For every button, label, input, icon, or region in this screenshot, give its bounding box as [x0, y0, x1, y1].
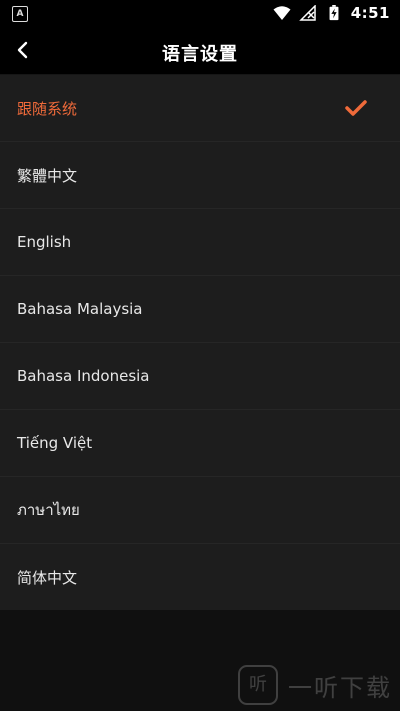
clock: 4:51	[350, 4, 390, 22]
language-label: 跟随系统	[17, 99, 78, 118]
language-option-english[interactable]: English	[0, 209, 400, 276]
language-option-thai[interactable]: ภาษาไทย	[0, 477, 400, 544]
language-option-malay[interactable]: Bahasa Malaysia	[0, 276, 400, 343]
check-icon	[345, 100, 367, 116]
language-label: 简体中文	[17, 568, 78, 587]
watermark-text: 一听下载	[288, 673, 392, 702]
signal-off-icon	[298, 5, 316, 21]
language-option-traditional-chinese[interactable]: 繁體中文	[0, 142, 400, 209]
language-option-simplified-chinese[interactable]: 简体中文	[0, 544, 400, 610]
watermark-logo: 听	[238, 665, 278, 705]
language-list: 跟随系统 繁體中文 English Bahasa Malaysia Bahasa…	[0, 75, 400, 610]
language-option-indonesian[interactable]: Bahasa Indonesia	[0, 343, 400, 410]
language-label: English	[17, 233, 72, 251]
language-label: Tiếng Việt	[17, 434, 93, 452]
language-label: Bahasa Indonesia	[17, 367, 150, 385]
status-icons: 4:51	[273, 4, 390, 22]
app-bar: 语言设置	[0, 28, 400, 75]
watermark: 听 一听下载	[238, 665, 392, 705]
language-option-vietnamese[interactable]: Tiếng Việt	[0, 410, 400, 477]
language-label: Bahasa Malaysia	[17, 300, 143, 318]
page-title: 语言设置	[162, 44, 238, 65]
status-bar: A 4:51	[0, 0, 400, 28]
battery-charging-icon	[329, 5, 339, 21]
notification-app-icon: A	[12, 6, 28, 22]
language-option-follow-system[interactable]: 跟随系统	[0, 75, 400, 142]
wifi-icon	[273, 6, 291, 20]
language-label: 繁體中文	[17, 166, 78, 185]
language-label: ภาษาไทย	[17, 501, 80, 519]
